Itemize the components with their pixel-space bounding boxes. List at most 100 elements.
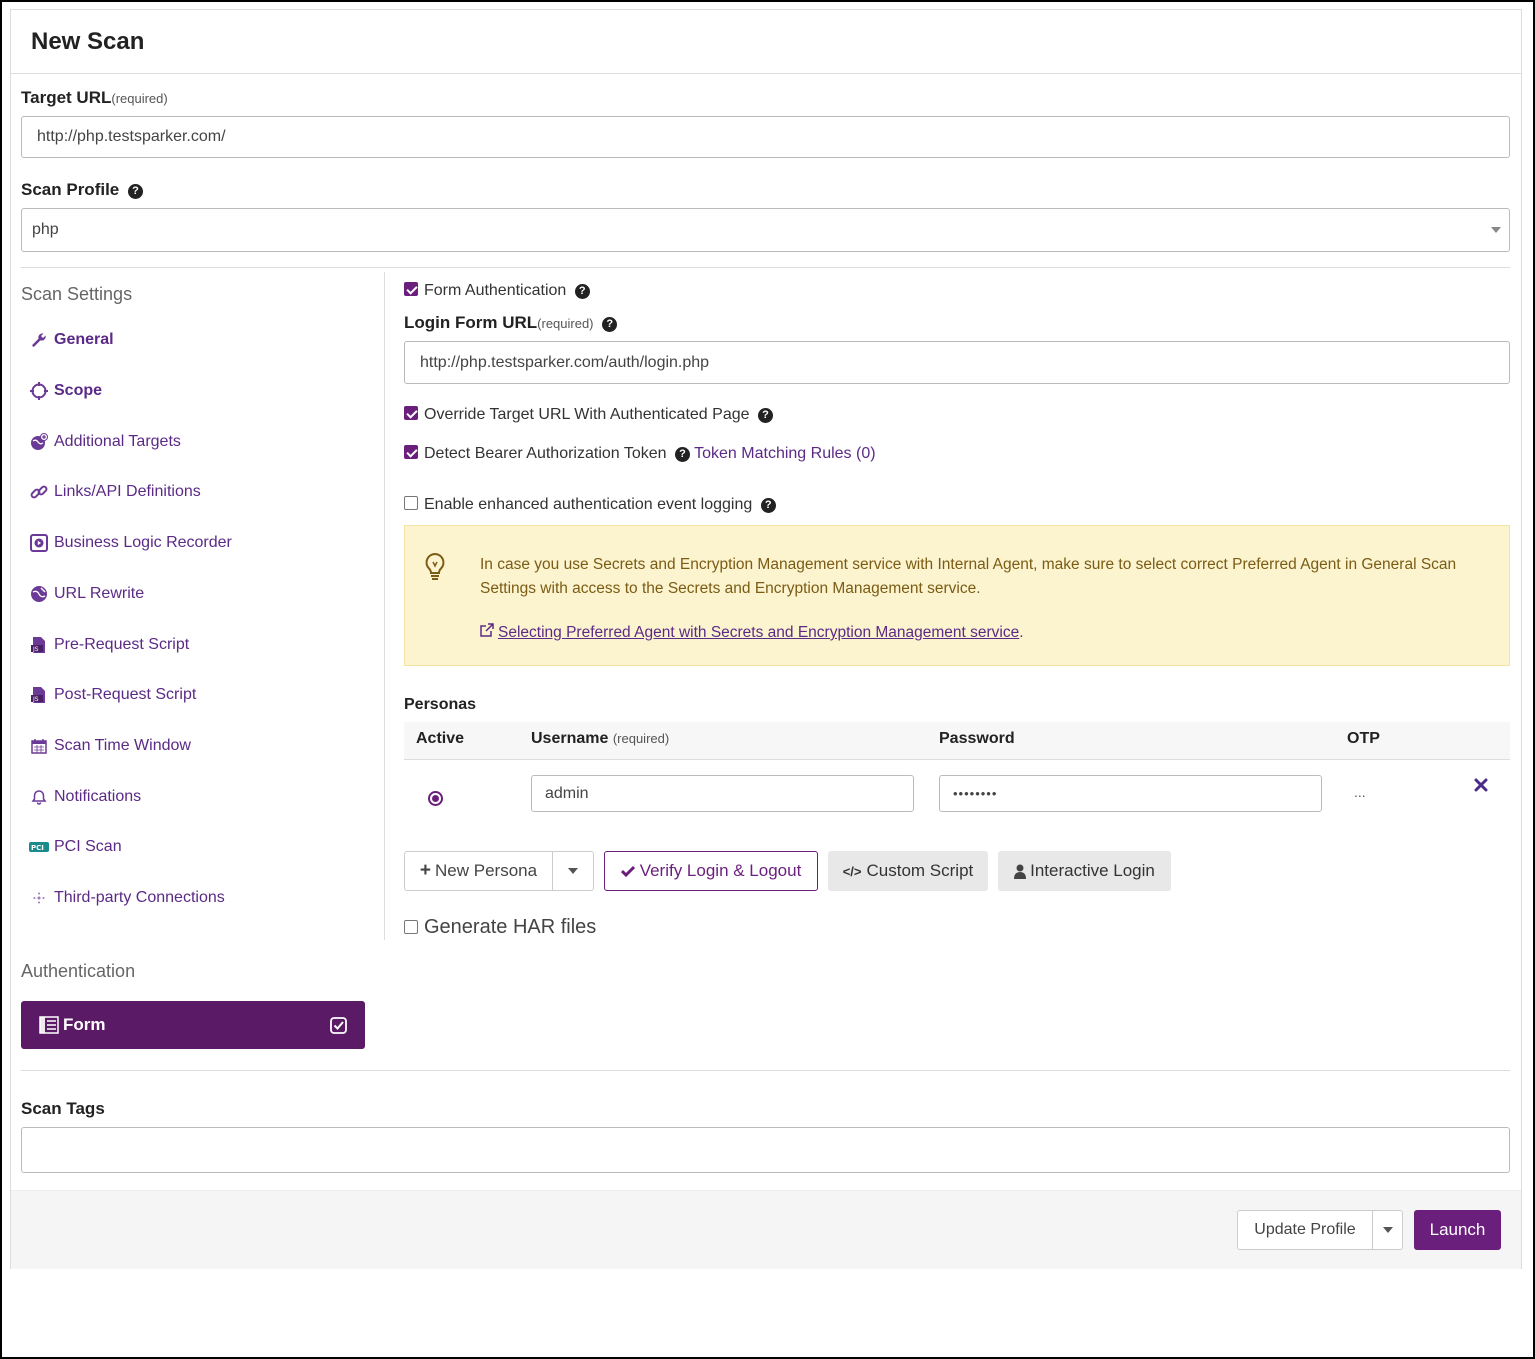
override-target-label: Override Target URL With Authenticated P…	[424, 406, 750, 423]
new-persona-dropdown[interactable]	[552, 851, 594, 891]
sidebar-item-scan-time-window[interactable]: Scan Time Window	[29, 736, 191, 756]
alert-link-suffix: .	[1019, 624, 1024, 641]
link-icon	[29, 482, 49, 502]
chevron-down-icon	[1491, 227, 1501, 233]
sidebar-item-pci-scan[interactable]: PCI PCI Scan	[29, 837, 122, 857]
alert-link-text: Selecting Preferred Agent with Secrets a…	[498, 624, 1020, 641]
page-title: New Scan	[31, 28, 145, 55]
sidebar-item-scope[interactable]: Scope	[29, 381, 102, 401]
update-profile-label: Update Profile	[1254, 1221, 1356, 1238]
sidebar-item-post-request-script[interactable]: JS Post-Request Script	[29, 685, 196, 705]
sidebar-item-label: Notifications	[54, 788, 142, 805]
interactive-login-button[interactable]: Interactive Login	[998, 851, 1171, 891]
required-hint: (required)	[537, 316, 594, 331]
new-persona-label: New Persona	[435, 861, 538, 880]
sidebar-item-url-rewrite[interactable]: URL Rewrite	[29, 584, 144, 604]
sidebar-item-links-api[interactable]: Links/API Definitions	[29, 482, 201, 502]
new-scan-card: New Scan Target URL(required) http://php…	[10, 9, 1522, 1269]
sidebar-item-label: URL Rewrite	[54, 585, 145, 602]
svg-text:PCI: PCI	[31, 844, 44, 852]
interactive-login-label: Interactive Login	[1030, 861, 1155, 880]
svg-text:JS: JS	[32, 696, 39, 703]
persona-username-value: admin	[545, 784, 589, 802]
sidebar-item-label: Business Logic Recorder	[54, 534, 232, 551]
sidebar-item-pre-request-script[interactable]: JS Pre-Request Script	[29, 635, 189, 655]
column-password: Password	[939, 730, 1015, 747]
svg-text:JS: JS	[32, 646, 39, 653]
column-username: Username (required)	[531, 730, 669, 748]
pci-icon: PCI	[29, 837, 49, 857]
sidebar-item-third-party[interactable]: Third-party Connections	[29, 888, 225, 908]
custom-script-button[interactable]: </> Custom Script	[828, 851, 988, 891]
verify-login-logout-button[interactable]: Verify Login & Logout	[604, 851, 818, 891]
persona-active-radio[interactable]	[428, 791, 443, 806]
persona-password-input[interactable]: ••••••••	[939, 775, 1322, 812]
token-matching-rules-link[interactable]: Token Matching Rules (0)	[694, 445, 875, 462]
scan-profile-select[interactable]: php	[21, 208, 1510, 252]
help-icon[interactable]: ?	[674, 446, 690, 462]
column-active: Active	[416, 730, 465, 747]
generate-har-checkbox[interactable]	[404, 920, 418, 934]
update-profile-button[interactable]: Update Profile	[1237, 1210, 1373, 1250]
help-icon[interactable]: ?	[760, 497, 776, 513]
help-icon[interactable]: ?	[128, 183, 143, 199]
sidebar-item-label: General	[54, 331, 114, 348]
card-footer: Update Profile Launch	[11, 1190, 1521, 1269]
sidebar-item-label: Links/API Definitions	[54, 483, 201, 500]
js-file-icon: JS	[29, 635, 49, 655]
help-icon[interactable]: ?	[757, 407, 773, 423]
enhanced-logging-label: Enable enhanced authentication event log…	[424, 496, 753, 513]
wrench-icon	[29, 330, 49, 350]
authentication-title: Authentication	[21, 961, 136, 981]
alert-link[interactable]: Selecting Preferred Agent with Secrets a…	[480, 623, 1024, 642]
help-icon[interactable]: ?	[602, 316, 618, 332]
form-icon	[39, 1016, 59, 1034]
persona-username-input[interactable]: admin	[531, 775, 914, 812]
auth-method-form-button[interactable]: Form	[21, 1001, 365, 1049]
login-form-url-input[interactable]: http://php.testsparker.com/auth/login.ph…	[404, 341, 1510, 384]
update-profile-dropdown[interactable]	[1372, 1210, 1403, 1250]
form-authentication-label: Form Authentication	[424, 282, 567, 299]
new-persona-button[interactable]: + New Persona	[404, 851, 553, 891]
persona-otp-button[interactable]: ...	[1354, 784, 1366, 800]
chevron-down-icon	[1382, 1227, 1393, 1233]
detect-bearer-checkbox[interactable]	[404, 445, 418, 459]
generate-har-row: Generate HAR files	[404, 916, 596, 939]
sidebar-item-general[interactable]: General	[29, 330, 114, 350]
divider	[21, 267, 1510, 268]
column-otp: OTP	[1347, 730, 1380, 747]
sidebar-item-business-logic[interactable]: Business Logic Recorder	[29, 533, 232, 553]
target-url-input[interactable]: http://php.testsparker.com/	[21, 116, 1510, 158]
globe-plus-icon	[29, 432, 49, 452]
chevron-down-icon	[568, 868, 578, 874]
sidebar-item-label: Additional Targets	[54, 433, 181, 450]
globe-rewrite-icon	[29, 584, 49, 604]
card-header: New Scan	[11, 10, 1521, 74]
form-authentication-row: Form Authentication ?	[404, 282, 590, 300]
play-square-icon	[29, 533, 49, 553]
sidebar-item-label: Third-party Connections	[54, 889, 225, 906]
check-icon	[620, 865, 635, 877]
sidebar-item-additional-targets[interactable]: Additional Targets	[29, 432, 181, 452]
launch-button[interactable]: Launch	[1414, 1210, 1501, 1250]
enhanced-logging-checkbox[interactable]	[404, 496, 418, 510]
info-alert: In case you use Secrets and Encryption M…	[404, 525, 1510, 666]
plus-icon: +	[419, 860, 432, 881]
connections-icon	[29, 888, 49, 908]
column-username-text: Username	[531, 730, 609, 747]
auth-method-label: Form	[63, 1015, 106, 1034]
scan-profile-label-text: Scan Profile	[21, 180, 120, 199]
login-form-url-label-text: Login Form URL	[404, 313, 538, 332]
help-icon[interactable]: ?	[574, 283, 590, 299]
override-target-checkbox[interactable]	[404, 406, 418, 420]
login-form-url-value: http://php.testsparker.com/auth/login.ph…	[420, 353, 710, 371]
user-icon	[1014, 864, 1027, 879]
sidebar-item-notifications[interactable]: Notifications	[29, 787, 141, 807]
check-square-icon	[330, 1016, 347, 1034]
form-authentication-checkbox[interactable]	[404, 282, 418, 296]
sidebar-item-label: Pre-Request Script	[54, 636, 190, 653]
scan-tags-input[interactable]	[21, 1127, 1510, 1173]
remove-persona-icon[interactable]	[1474, 778, 1488, 796]
required-hint: (required)	[612, 731, 670, 746]
sidebar-item-label: PCI Scan	[54, 838, 122, 855]
